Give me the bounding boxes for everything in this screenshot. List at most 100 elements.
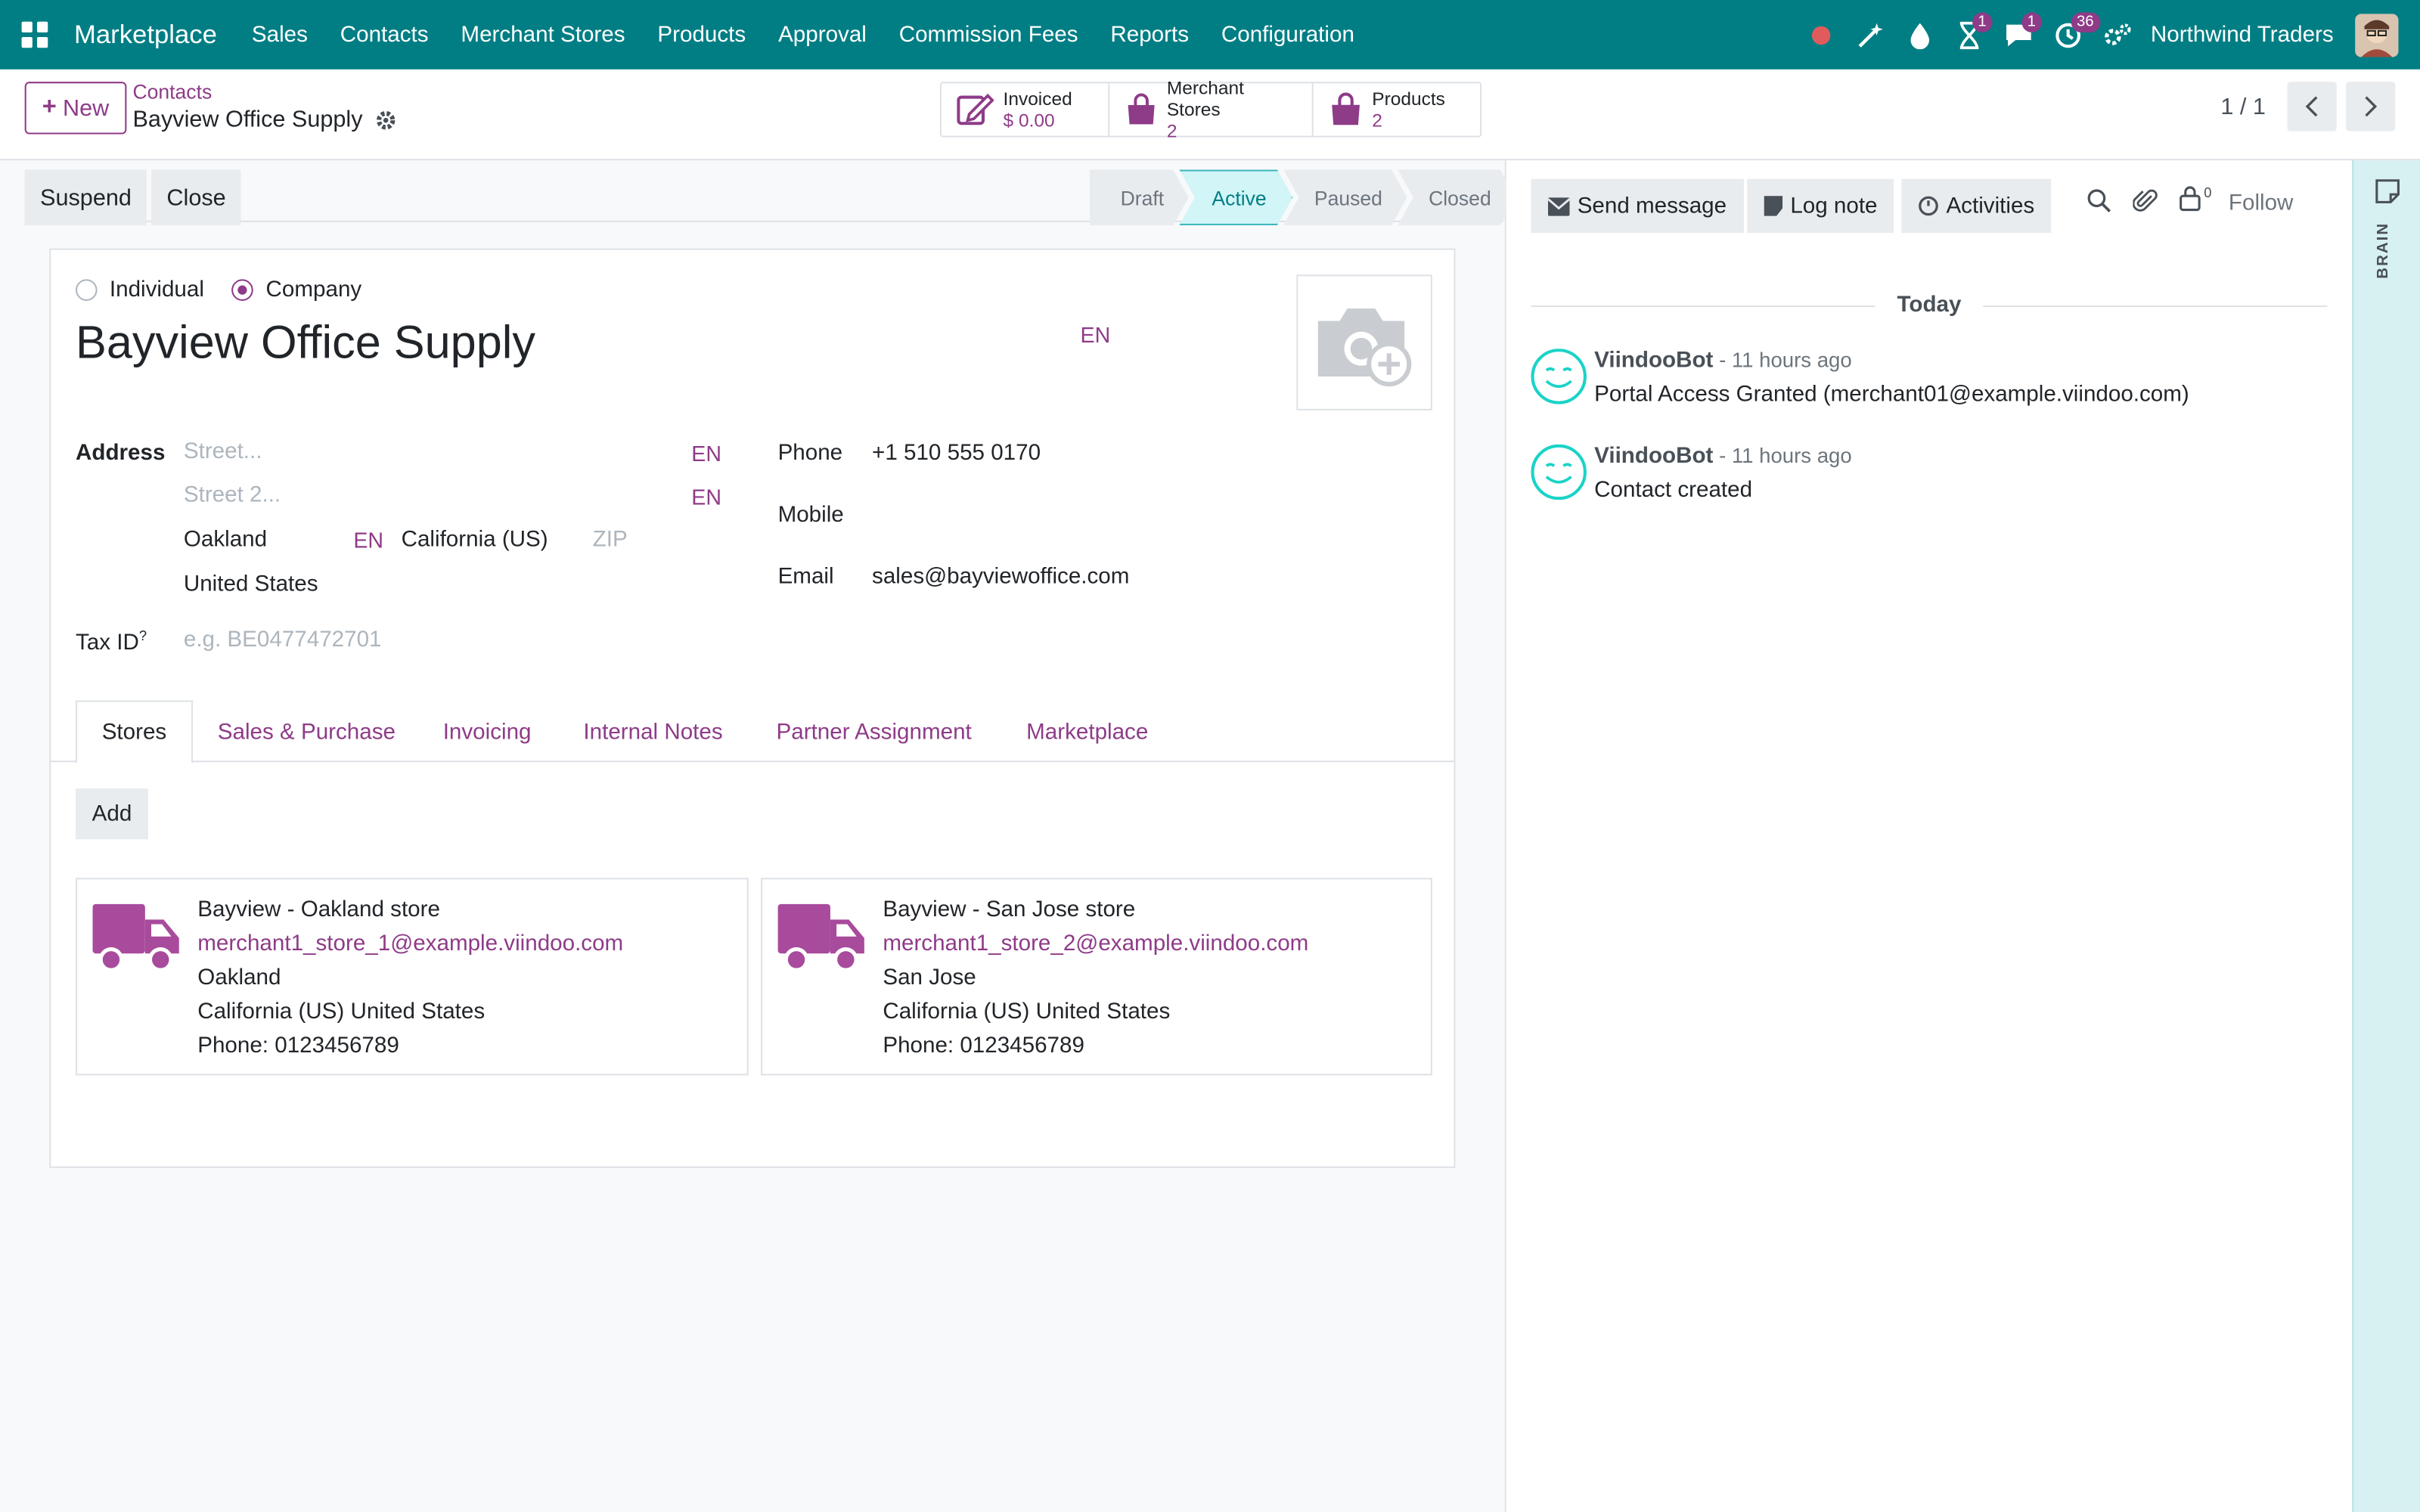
shopping-bag-icon	[1332, 92, 1360, 125]
send-message-button[interactable]: Send message	[1531, 178, 1744, 234]
activities-badge: 1	[1972, 12, 1993, 33]
pager-previous-button[interactable]	[2287, 82, 2337, 132]
menu-products[interactable]: Products	[641, 23, 762, 48]
notebook-tabs: Stores Sales & Purchase Invoicing Intern…	[51, 700, 1454, 764]
log-note-button[interactable]: Log note	[1747, 178, 1894, 234]
gear-icon[interactable]	[375, 109, 397, 131]
street2-lang-button[interactable]: EN	[691, 485, 721, 510]
clock-icon[interactable]: 36	[2043, 0, 2100, 70]
menu-contacts[interactable]: Contacts	[324, 23, 445, 48]
store-city: San Jose	[883, 965, 976, 991]
message-author: ViindooBot - 11 hours ago	[1594, 445, 1852, 469]
phone-input[interactable]: +1 510 555 0170	[872, 442, 1041, 466]
radio-individual-label[interactable]: Individual	[110, 277, 204, 302]
top-navbar: Marketplace Sales Contacts Merchant Stor…	[0, 0, 2420, 70]
brain-panel[interactable]: BRAIN	[2352, 160, 2420, 1512]
menu-approval[interactable]: Approval	[762, 23, 883, 48]
shopping-bag-icon	[1128, 93, 1155, 125]
search-icon[interactable]	[2086, 188, 2111, 213]
message-author-name[interactable]: ViindooBot	[1594, 445, 1713, 469]
paperclip-icon[interactable]	[2133, 188, 2158, 215]
name-lang-button[interactable]: EN	[1081, 323, 1111, 348]
tab-internal-notes[interactable]: Internal Notes	[559, 701, 748, 764]
menu-commission-fees[interactable]: Commission Fees	[883, 23, 1094, 48]
tab-marketplace[interactable]: Marketplace	[1001, 701, 1172, 764]
stage-active[interactable]: Active	[1180, 169, 1293, 225]
tab-invoicing[interactable]: Invoicing	[418, 701, 556, 764]
stage-closed[interactable]: Closed	[1398, 169, 1516, 225]
chevron-right-icon	[2365, 96, 2378, 117]
menu-sales[interactable]: Sales	[235, 23, 324, 48]
user-avatar[interactable]	[2355, 13, 2399, 57]
pager-value[interactable]: 1 / 1	[2220, 93, 2266, 119]
new-button[interactable]: + New	[24, 82, 127, 135]
smart-button-merchant-stores[interactable]: Merchant Stores 2	[1109, 77, 1314, 142]
sticky-note-icon[interactable]	[2375, 179, 2400, 204]
settings-gears-icon[interactable]	[2092, 0, 2141, 70]
photo-upload[interactable]	[1296, 274, 1432, 411]
smart-button-invoiced[interactable]: Invoiced $ 0.00	[942, 83, 1110, 136]
city-lang-button[interactable]: EN	[353, 528, 383, 553]
street2-input[interactable]: Street 2...	[184, 483, 281, 508]
app-brand[interactable]: Marketplace	[74, 20, 217, 51]
store-phone: Phone: 0123456789	[197, 1033, 399, 1058]
radio-individual[interactable]	[75, 279, 98, 301]
store-details: Bayview - San Jose store merchant1_store…	[883, 894, 1308, 1063]
send-message-label: Send message	[1577, 194, 1727, 218]
radio-company[interactable]	[231, 279, 254, 301]
magic-wand-icon[interactable]	[1845, 0, 1894, 70]
store-card[interactable]: Bayview - San Jose store merchant1_store…	[761, 878, 1432, 1076]
add-store-button[interactable]: Add	[75, 788, 148, 840]
pager-next-button[interactable]	[2346, 82, 2396, 132]
stage-paused[interactable]: Paused	[1283, 169, 1407, 225]
tax-id-label: Tax ID?	[76, 628, 147, 655]
close-button[interactable]: Close	[150, 169, 242, 225]
tab-stores[interactable]: Stores	[75, 700, 193, 764]
email-input[interactable]: sales@bayviewoffice.com	[872, 565, 1129, 590]
stage-draft[interactable]: Draft	[1090, 169, 1189, 225]
store-card[interactable]: Bayview - Oakland store merchant1_store_…	[75, 878, 749, 1076]
store-email[interactable]: merchant1_store_1@example.viindoo.com	[197, 928, 623, 962]
partner-name-field[interactable]: Bayview Office Supply	[76, 318, 535, 370]
activities-button[interactable]: Activities	[1901, 178, 2052, 234]
messages-icon[interactable]: 1	[1993, 0, 2043, 70]
apps-menu-icon[interactable]	[21, 20, 50, 49]
menu-reports[interactable]: Reports	[1094, 23, 1205, 48]
followers-count: 0	[2204, 184, 2212, 201]
street-input[interactable]: Street...	[184, 440, 262, 465]
menu-configuration[interactable]: Configuration	[1205, 23, 1370, 48]
control-panel: + New Contacts Bayview Office Supply Inv…	[0, 69, 2420, 161]
menu-merchant-stores[interactable]: Merchant Stores	[445, 23, 641, 48]
message-time: - 11 hours ago	[1713, 444, 1852, 468]
zip-input[interactable]: ZIP	[593, 528, 628, 553]
email-label: Email	[777, 564, 834, 590]
store-city: Oakland	[197, 965, 281, 991]
city-input[interactable]: Oakland	[184, 528, 267, 553]
activities-hourglass-icon[interactable]: 1	[1944, 0, 1993, 70]
breadcrumb-contacts[interactable]: Contacts	[133, 80, 213, 104]
breadcrumb-current-label: Bayview Office Supply	[132, 106, 363, 133]
tab-partner-assignment[interactable]: Partner Assignment	[752, 701, 997, 764]
store-email[interactable]: merchant1_store_2@example.viindoo.com	[883, 928, 1308, 962]
company-switcher[interactable]: Northwind Traders	[2151, 23, 2334, 48]
country-select[interactable]: United States	[184, 572, 318, 597]
message-body: Portal Access Granted (merchant01@exampl…	[1594, 383, 2189, 407]
smart-button-products-label: Products	[1372, 88, 1445, 110]
street-lang-button[interactable]: EN	[691, 442, 721, 466]
tax-id-help[interactable]: ?	[139, 628, 147, 643]
record-dot-icon[interactable]	[1796, 0, 1845, 70]
droplet-icon[interactable]	[1894, 0, 1944, 70]
smart-button-products[interactable]: Products 2	[1314, 83, 1480, 135]
tab-sales-purchase[interactable]: Sales & Purchase	[193, 701, 420, 764]
message-author-name[interactable]: ViindooBot	[1594, 349, 1713, 373]
suspend-button[interactable]: Suspend	[24, 169, 147, 225]
systray: 1 1 36 Northwind Traders	[1796, 0, 2399, 70]
chatter: Send message Log note Activities 0 Follo…	[1506, 160, 2353, 1512]
tax-id-input[interactable]: e.g. BE0477472701	[184, 628, 382, 653]
follow-button[interactable]: Follow	[2229, 191, 2294, 216]
followers-button[interactable]: 0	[2180, 184, 2212, 212]
state-select[interactable]: California (US)	[402, 528, 548, 553]
camera-add-icon	[1317, 308, 1412, 387]
store-name: Bayview - San Jose store	[883, 897, 1136, 923]
radio-company-label[interactable]: Company	[266, 277, 362, 302]
